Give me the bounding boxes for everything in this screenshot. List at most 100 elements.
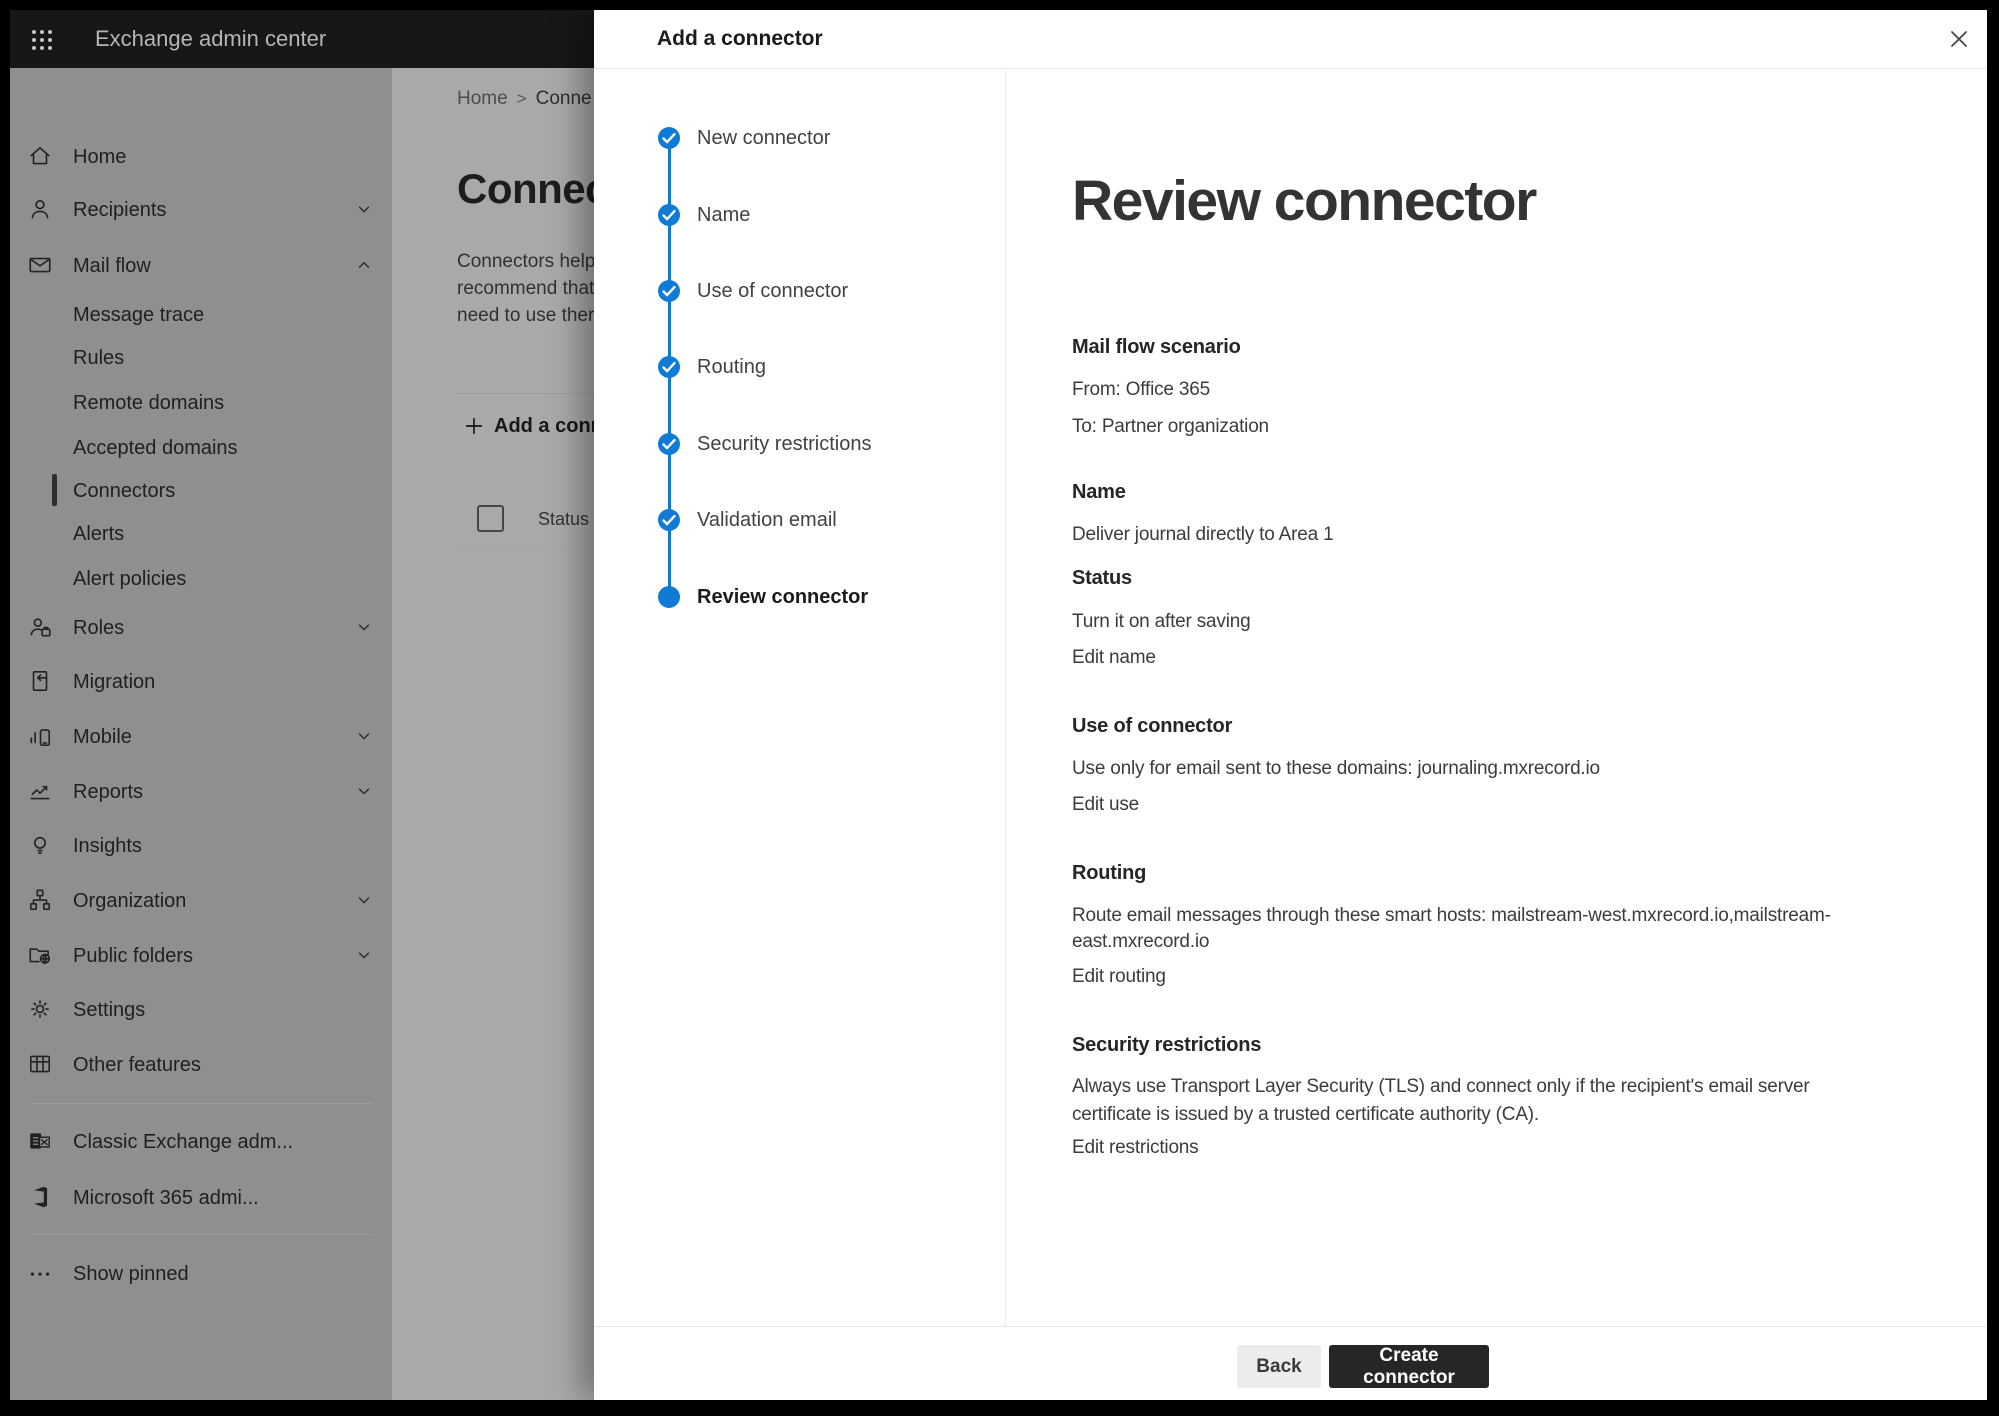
step-complete-icon[interactable] [658, 433, 680, 455]
step-complete-icon[interactable] [658, 356, 680, 378]
sidebar-item-insights[interactable]: Insights [10, 825, 392, 865]
sidebar-item-label: Rules [73, 346, 124, 370]
sidebar-item-alerts[interactable]: Alerts [10, 513, 392, 553]
wizard-step-name[interactable]: Name [697, 203, 750, 227]
select-all-checkbox[interactable] [477, 505, 504, 532]
screen: Exchange admin center Home Recipients Mail… [10, 10, 1987, 1400]
sidebar-item-label: Recipients [73, 198, 166, 222]
use-of-connector-value: Use only for email sent to these domains… [1072, 756, 1600, 782]
sidebar-item-other-features[interactable]: Other features [10, 1044, 392, 1084]
security-value-line2: certificate is issued by a trusted certi… [1072, 1102, 1539, 1128]
page-title: Connect [457, 165, 594, 213]
table-header-divider [456, 548, 594, 549]
close-icon[interactable] [1946, 26, 1972, 52]
mail-flow-from: From: Office 365 [1072, 377, 1210, 403]
sidebar-item-roles[interactable]: Roles [10, 607, 392, 647]
chevron-down-icon [355, 946, 373, 969]
chevron-down-icon [355, 200, 373, 223]
chevron-up-icon [355, 256, 373, 279]
sidebar-item-label: Reports [73, 780, 143, 804]
sidebar-item-connectors[interactable]: Connectors [10, 470, 392, 510]
use-of-connector-heading: Use of connector [1072, 713, 1232, 739]
public-folders-icon [27, 942, 53, 968]
toolbar-divider [456, 393, 594, 394]
background-page: Home > Conne Connect Connectors help rec… [392, 68, 594, 1400]
status-column-header: Status [538, 509, 589, 530]
sidebar-item-label: Show pinned [73, 1262, 189, 1286]
ellipsis-icon [27, 1260, 53, 1286]
chevron-down-icon [355, 891, 373, 914]
back-button[interactable]: Back [1237, 1345, 1321, 1388]
wizard-step-use-of-connector[interactable]: Use of connector [697, 279, 848, 303]
create-connector-button[interactable]: Create connector [1329, 1345, 1489, 1388]
sidebar-item-home[interactable]: Home [10, 136, 392, 176]
sidebar-item-microsoft-365-admi[interactable]: Microsoft 365 admi... [10, 1177, 392, 1217]
sidebar: Home Recipients Mail flow Message trace Rule… [10, 68, 392, 1400]
sidebar-item-label: Insights [73, 834, 142, 858]
wizard-step-new-connector[interactable]: New connector [697, 126, 830, 150]
sidebar-item-label: Mail flow [73, 254, 151, 278]
sidebar-item-label: Organization [73, 889, 186, 913]
mail-flow-to: To: Partner organization [1072, 414, 1269, 440]
sidebar-item-label: Mobile [73, 725, 132, 749]
routing-value-line2: east.mxrecord.io [1072, 929, 1209, 955]
wizard-step-security-restrictions[interactable]: Security restrictions [697, 432, 872, 456]
edit-use-link[interactable]: Edit use [1072, 792, 1139, 818]
chevron-down-icon [355, 727, 373, 750]
sidebar-item-mail-flow[interactable]: Mail flow [10, 245, 392, 285]
sidebar-item-alert-policies[interactable]: Alert policies [10, 558, 392, 598]
sidebar-item-remote-domains[interactable]: Remote domains [10, 382, 392, 422]
sidebar-item-rules[interactable]: Rules [10, 337, 392, 377]
step-current-icon[interactable] [658, 586, 680, 608]
security-value-line1: Always use Transport Layer Security (TLS… [1072, 1074, 1810, 1100]
wizard-step-review-connector[interactable]: Review connector [697, 585, 868, 609]
wizard-step-routing[interactable]: Routing [697, 355, 766, 379]
sidebar-item-recipients[interactable]: Recipients [10, 189, 392, 229]
edit-routing-link[interactable]: Edit routing [1072, 964, 1166, 990]
sidebar-item-mobile[interactable]: Mobile [10, 716, 392, 756]
chevron-down-icon [355, 782, 373, 805]
page-description-line: need to use ther [457, 302, 594, 329]
sidebar-item-classic-exchange-adm[interactable]: Classic Exchange adm... [10, 1121, 392, 1161]
breadcrumb-home-link[interactable]: Home [457, 88, 508, 110]
add-connector-button[interactable]: Add a conn [463, 411, 594, 441]
sidebar-item-show-pinned[interactable]: Show pinned [10, 1253, 392, 1293]
breadcrumb-separator-icon: > [517, 89, 527, 109]
status-heading: Status [1072, 565, 1132, 591]
sidebar-item-settings[interactable]: Settings [10, 989, 392, 1029]
step-complete-icon[interactable] [658, 509, 680, 531]
sidebar-item-migration[interactable]: Migration [10, 661, 392, 701]
microsoft-365-icon [27, 1184, 53, 1210]
edit-restrictions-link[interactable]: Edit restrictions [1072, 1135, 1198, 1161]
sidebar-item-reports[interactable]: Reports [10, 771, 392, 811]
step-complete-icon[interactable] [658, 204, 680, 226]
sidebar-divider [30, 1103, 372, 1104]
edit-name-link[interactable]: Edit name [1072, 645, 1156, 671]
sidebar-item-label: Connectors [73, 479, 175, 503]
routing-heading: Routing [1072, 860, 1146, 886]
sidebar-item-label: Message trace [73, 303, 204, 327]
step-complete-icon[interactable] [658, 280, 680, 302]
sidebar-item-label: Alert policies [73, 567, 186, 591]
insights-icon [27, 832, 53, 858]
sidebar-item-accepted-domains[interactable]: Accepted domains [10, 427, 392, 467]
migration-icon [27, 668, 53, 694]
wizard-step-validation-email[interactable]: Validation email [697, 508, 837, 532]
organization-icon [27, 887, 53, 913]
sidebar-item-label: Home [73, 145, 126, 169]
app-title: Exchange admin center [95, 10, 326, 68]
name-value: Deliver journal directly to Area 1 [1072, 522, 1333, 548]
home-icon [27, 143, 53, 169]
status-value: Turn it on after saving [1072, 609, 1250, 635]
step-complete-icon[interactable] [658, 127, 680, 149]
sidebar-item-public-folders[interactable]: Public folders [10, 935, 392, 975]
sidebar-item-organization[interactable]: Organization [10, 880, 392, 920]
routing-value-line1: Route email messages through these smart… [1072, 903, 1831, 929]
page-description-line: Connectors help [457, 248, 594, 275]
person-icon [27, 196, 53, 222]
sidebar-item-message-trace[interactable]: Message trace [10, 294, 392, 334]
add-connector-panel: Add a connector Review connector Mail fl… [594, 10, 1987, 1400]
breadcrumb-current: Conne [536, 88, 592, 110]
app-launcher-icon[interactable] [29, 27, 55, 53]
chevron-down-icon [355, 618, 373, 641]
